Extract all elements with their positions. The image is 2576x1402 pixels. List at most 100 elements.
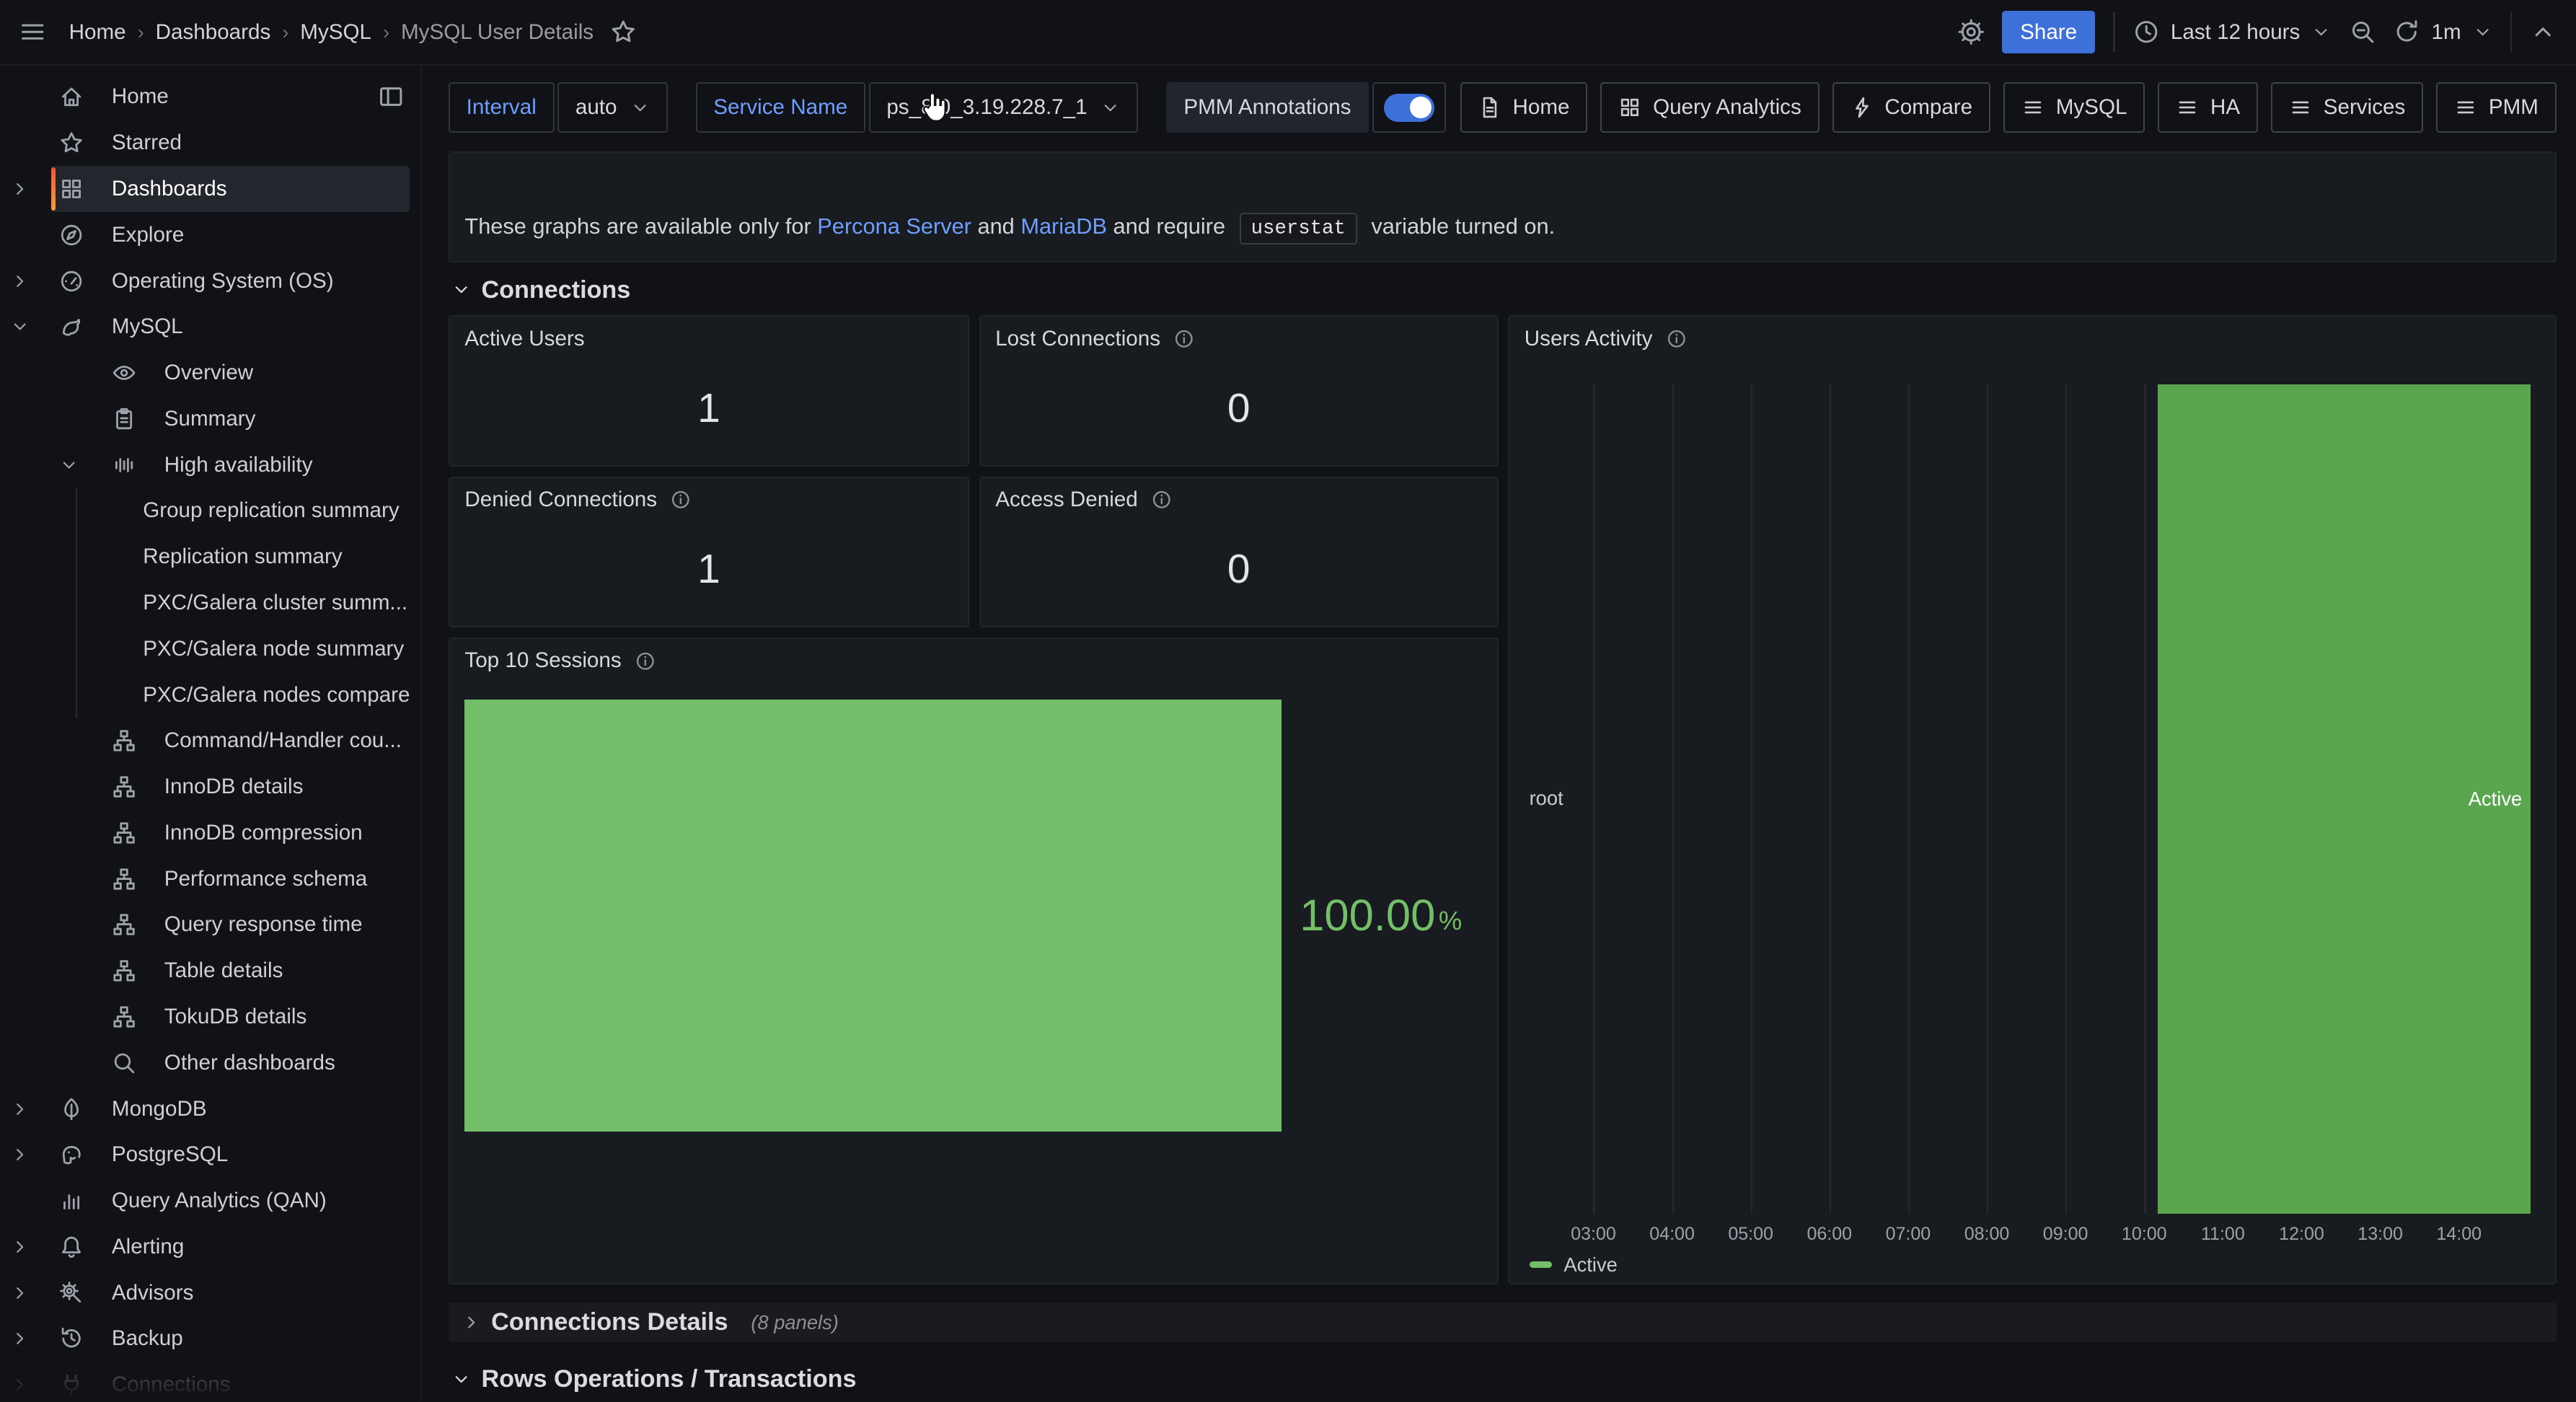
dock-sidebar-icon[interactable] [378, 84, 404, 110]
breadcrumb-item[interactable]: Home [69, 20, 126, 45]
legend-swatch [1530, 1261, 1553, 1268]
sidebar-item-overview[interactable]: Overview [0, 350, 420, 396]
legend-item-active[interactable]: Active [1530, 1253, 1618, 1277]
grid-line [1987, 384, 1988, 1214]
sidebar-item-pxc-galera-cluster-summ[interactable]: PXC/Galera cluster summ... [0, 580, 420, 626]
breadcrumb: Home›Dashboards›MySQL›MySQL User Details [69, 20, 594, 45]
sidebar-item-dashboards[interactable]: Dashboards [0, 166, 420, 212]
sidebar-item-high-availability[interactable]: High availability [0, 442, 420, 488]
sidebar-item-backup[interactable]: Backup [0, 1316, 420, 1362]
axis-tick-label: 09:00 [2043, 1224, 2088, 1245]
hamburger-menu-icon[interactable] [19, 19, 45, 45]
interval-variable-select[interactable]: auto [557, 82, 668, 133]
sidebar-item-starred[interactable]: Starred [0, 120, 420, 166]
interval-variable-label: Interval [449, 82, 555, 133]
dashboard-toolbar: Interval auto Service Name ps_8.0_3.19.2… [449, 82, 2557, 133]
list-icon [2176, 96, 2199, 119]
sidebar-item-advisors[interactable]: Advisors [0, 1270, 420, 1316]
sidebar-item-label: Advisors [0, 1281, 193, 1305]
breadcrumb-item[interactable]: Dashboards [156, 20, 271, 45]
refresh-picker[interactable]: 1m [2394, 19, 2492, 45]
sidebar-item-label: Performance schema [0, 867, 367, 891]
state-label: Active [2469, 788, 2522, 811]
sidebar-item-label: Starred [0, 131, 182, 155]
sidebar-item-postgresql[interactable]: PostgreSQL [0, 1132, 420, 1178]
sidebar-item-pxc-galera-nodes-compare[interactable]: PXC/Galera nodes compare [0, 672, 420, 718]
sidebar-item-explore[interactable]: Explore [0, 212, 420, 258]
info-icon[interactable] [1173, 328, 1195, 350]
pmm-annotations-toggle[interactable] [1372, 82, 1447, 133]
info-icon[interactable] [635, 651, 656, 672]
dashboard-link-query-analytics[interactable]: Query Analytics [1600, 82, 1819, 133]
breadcrumb-item[interactable]: MySQL [300, 20, 371, 45]
grid-line [2144, 384, 2145, 1214]
section-header-connections[interactable]: Connections [451, 273, 2556, 307]
sidebar-item-summary[interactable]: Summary [0, 396, 420, 442]
zoom-out-icon[interactable] [2350, 19, 2376, 45]
sidebar-item-label: Dashboards [0, 177, 227, 201]
dashboard-link-pmm[interactable]: PMM [2436, 82, 2556, 133]
time-range-picker[interactable]: Last 12 hours [2133, 19, 2332, 45]
axis-tick-label: 11:00 [2201, 1224, 2245, 1245]
mariadb-link[interactable]: MariaDB [1020, 213, 1107, 239]
dashboard-settings-icon[interactable] [1958, 19, 1984, 45]
sidebar-item-table-details[interactable]: Table details [0, 948, 420, 994]
dashboard-main-area: Interval auto Service Name ps_8.0_3.19.2… [422, 66, 2576, 1401]
share-button[interactable]: Share [2002, 11, 2095, 53]
sidebar-item-label: Overview [0, 361, 253, 385]
sidebar-item-performance-schema[interactable]: Performance schema [0, 856, 420, 902]
sidebar-item-mysql[interactable]: MySQL [0, 304, 420, 350]
sidebar-item-operating-system-os[interactable]: Operating System (OS) [0, 258, 420, 304]
dashboard-link-services[interactable]: Services [2271, 82, 2423, 133]
users-activity-plot[interactable]: Active [1572, 384, 2531, 1214]
sidebar-item-group-replication-summary[interactable]: Group replication summary [0, 488, 420, 534]
pmm-annotations-label: PMM Annotations [1166, 82, 1369, 133]
dashboard-links: Home Query Analytics Compare MySQL HA Service… [1460, 82, 2557, 133]
sidebar-item-query-analytics-qan[interactable]: Query Analytics (QAN) [0, 1178, 420, 1224]
dashboard-link-ha[interactable]: HA [2158, 82, 2258, 133]
axis-tick-label: 05:00 [1728, 1224, 1773, 1245]
sidebar-item-tokudb-details[interactable]: TokuDB details [0, 994, 420, 1040]
apps-icon [1618, 96, 1641, 119]
info-icon[interactable] [670, 489, 692, 511]
chevron-right-icon [462, 1313, 481, 1332]
session-bar-gauge[interactable] [464, 700, 1281, 1132]
section-header-connections-details[interactable]: Connections Details (8 panels) [449, 1302, 2557, 1342]
dashboard-link-mysql[interactable]: MySQL [2003, 82, 2145, 133]
bolt-icon [1851, 96, 1874, 119]
sidebar-item-label: Explore [0, 223, 184, 247]
active-state-bar[interactable]: Active [2158, 384, 2531, 1214]
list-icon [2021, 96, 2045, 119]
sidebar-item-command-handler-cou[interactable]: Command/Handler cou... [0, 718, 420, 764]
favorite-star-icon[interactable] [610, 19, 636, 45]
legend-label: Active [1563, 1253, 1617, 1277]
dashboard-link-home[interactable]: Home [1460, 82, 1587, 133]
service-name-variable-select[interactable]: ps_8.0_3.19.228.7_1 [869, 82, 1138, 133]
section-header-rows-operations[interactable]: Rows Operations / Transactions [451, 1362, 2556, 1396]
sidebar-item-label: Home [0, 84, 169, 109]
breadcrumb-separator: › [383, 21, 389, 44]
sidebar-item-pxc-galera-node-summary[interactable]: PXC/Galera node summary [0, 626, 420, 672]
sidebar-item-replication-summary[interactable]: Replication summary [0, 534, 420, 580]
sidebar-item-query-response-time[interactable]: Query response time [0, 902, 420, 948]
grid-line [1908, 384, 1910, 1214]
sidebar-item-label: PXC/Galera cluster summ... [0, 591, 407, 615]
sidebar-item-label: Backup [0, 1326, 183, 1351]
top-navigation-bar: Home›Dashboards›MySQL›MySQL User Details… [0, 0, 2576, 66]
dashboard-link-compare[interactable]: Compare [1832, 82, 1990, 133]
percona-server-link[interactable]: Percona Server [817, 213, 971, 239]
collapse-topbar-icon[interactable] [2530, 19, 2556, 45]
sidebar-item-innodb-details[interactable]: InnoDB details [0, 764, 420, 810]
info-icon[interactable] [1151, 489, 1173, 511]
sidebar-item-alerting[interactable]: Alerting [0, 1224, 420, 1270]
sidebar-item-label: InnoDB compression [0, 821, 363, 845]
axis-tick-label: 08:00 [1964, 1224, 2010, 1245]
chevron-down-icon [1100, 98, 1120, 118]
sidebar-item-home[interactable]: Home [0, 74, 420, 120]
sidebar-item-mongodb[interactable]: MongoDB [0, 1086, 420, 1132]
info-icon[interactable] [1666, 328, 1688, 350]
sidebar-item-connections[interactable]: Connections [0, 1362, 420, 1401]
sidebar-item-label: InnoDB details [0, 775, 303, 799]
sidebar-item-innodb-compression[interactable]: InnoDB compression [0, 810, 420, 856]
sidebar-item-other-dashboards[interactable]: Other dashboards [0, 1040, 420, 1086]
